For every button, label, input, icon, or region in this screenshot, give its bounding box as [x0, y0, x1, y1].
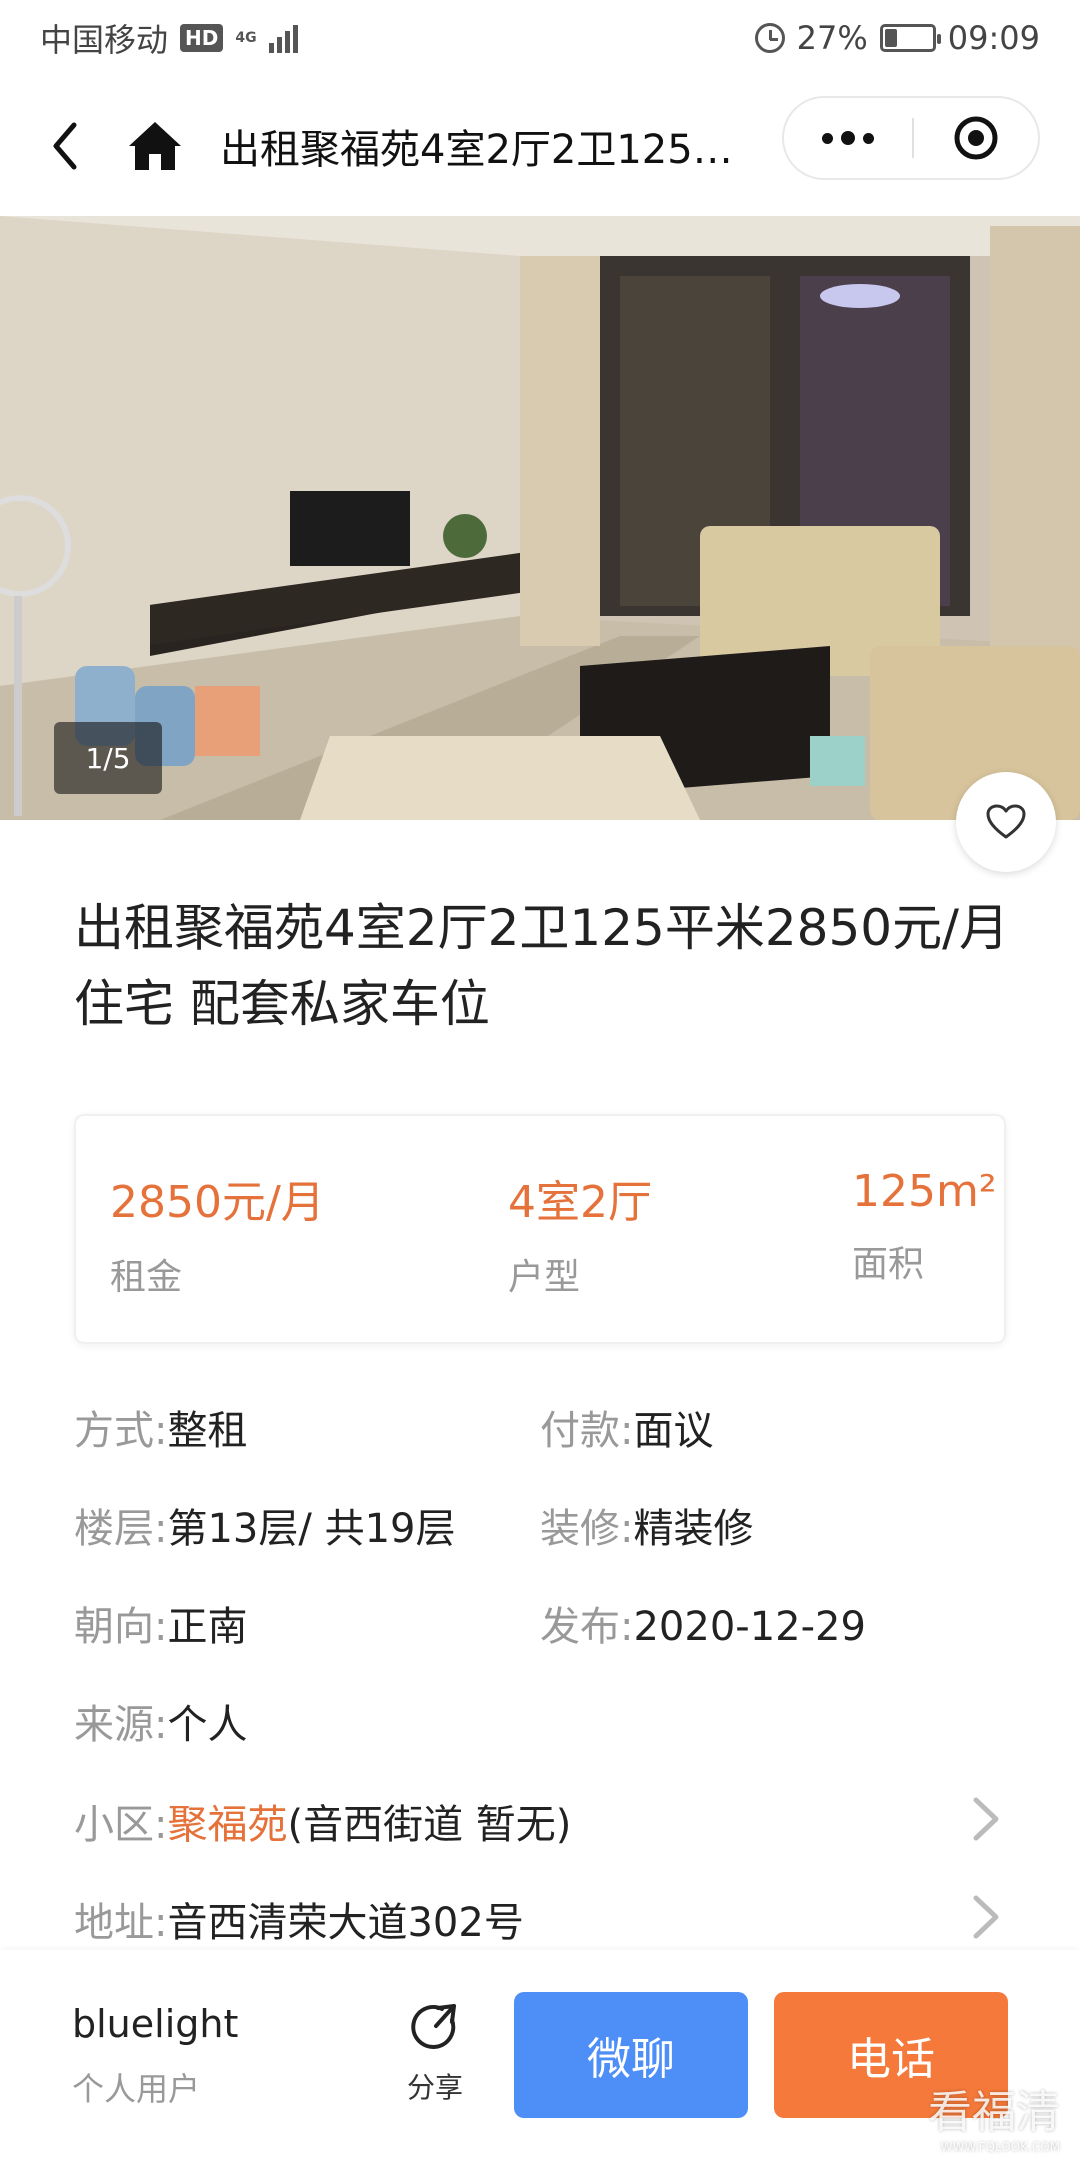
- nav-bar: 出租聚福苑4室2厅2卫125…: [0, 76, 1080, 216]
- back-icon: [53, 122, 77, 170]
- payment-label: 付款:: [540, 1408, 634, 1454]
- detail-orientation: 朝向:正南: [74, 1594, 247, 1652]
- detail-payment: 付款:面议: [540, 1398, 713, 1456]
- photo-counter: 1/5: [54, 722, 162, 794]
- status-bar: 中国移动 HD 4G 27% 09:09: [0, 0, 1080, 76]
- share-label: 分享: [406, 2071, 463, 2104]
- source-label: 来源:: [74, 1702, 168, 1748]
- decoration-value: 精装修: [633, 1506, 754, 1552]
- layout-label: 户型: [508, 1257, 581, 1298]
- floor-value: 第13层/ 共19层: [167, 1506, 456, 1552]
- detail-address-row[interactable]: 地址:音西清荣大道302号: [74, 1890, 524, 1948]
- home-button[interactable]: [120, 116, 190, 176]
- detail-community-row[interactable]: 小区:聚福苑(音西街道 暂无): [74, 1792, 571, 1850]
- chevron-right-icon[interactable]: [966, 1892, 1006, 1942]
- mini-program-capsule: [782, 96, 1040, 180]
- detail-floor: 楼层:第13层/ 共19层: [74, 1496, 455, 1554]
- area-label: 面积: [852, 1244, 925, 1285]
- rent-value: 2850元/月: [110, 1177, 325, 1228]
- battery-percent: 27%: [796, 19, 868, 57]
- watermark-url: WWW.FQLOOK.COM: [940, 2140, 1060, 2154]
- orientation-value: 正南: [167, 1604, 248, 1650]
- close-button[interactable]: [914, 98, 1038, 178]
- share-icon: [411, 2004, 456, 2049]
- summary-area: 125m² 面积: [852, 1166, 996, 1287]
- area-value: 125m²: [852, 1166, 997, 1217]
- layout-value: 4室2厅: [508, 1177, 652, 1228]
- listing-title: 出租聚福苑4室2厅2卫125平米2850元/月 住宅 配套私家车位: [74, 890, 1014, 1042]
- summary-rent: 2850元/月 租金: [110, 1166, 325, 1300]
- source-value: 个人: [167, 1702, 248, 1748]
- watermark-text: 看福清: [928, 2087, 1060, 2138]
- battery-icon: [879, 24, 941, 52]
- payment-value: 面议: [633, 1408, 714, 1454]
- decoration-label: 装修:: [540, 1506, 634, 1552]
- detail-mode: 方式:整租: [74, 1398, 247, 1456]
- carrier-name: 中国移动: [40, 21, 169, 59]
- close-target-icon: [954, 116, 998, 160]
- poster-type: 个人用户: [72, 2070, 201, 2108]
- summary-layout: 4室2厅 户型: [508, 1166, 652, 1300]
- listing-photo[interactable]: [0, 216, 1080, 820]
- community-label: 小区:: [74, 1802, 168, 1848]
- signal-icon: [268, 23, 298, 53]
- chat-button[interactable]: 微聊: [514, 1992, 748, 2118]
- rent-label: 租金: [110, 1257, 183, 1298]
- address-value: 音西清荣大道302号: [167, 1900, 524, 1946]
- network-type: 4G: [235, 30, 257, 46]
- community-value: 聚福苑: [167, 1802, 288, 1848]
- community-extra: (音西街道 暂无): [287, 1802, 572, 1848]
- heart-icon: [986, 804, 1026, 839]
- mode-label: 方式:: [74, 1408, 168, 1454]
- address-label: 地址:: [74, 1900, 168, 1946]
- favorite-button[interactable]: [956, 772, 1056, 872]
- detail-source: 来源:个人: [74, 1692, 247, 1750]
- share-button[interactable]: 分享: [400, 2000, 470, 2106]
- floor-label: 楼层:: [74, 1506, 168, 1552]
- watermark-logo: 看福清 WWW.FQLOOK.COM: [928, 2076, 1060, 2154]
- back-button[interactable]: [40, 116, 90, 176]
- hd-badge: HD: [180, 24, 224, 52]
- detail-decoration: 装修:精装修: [540, 1496, 753, 1554]
- detail-published: 发布:2020-12-29: [540, 1594, 866, 1652]
- summary-card: 2850元/月 租金 4室2厅 户型 125m² 面积: [74, 1114, 1006, 1344]
- page-title: 出租聚福苑4室2厅2卫125…: [220, 127, 733, 173]
- published-label: 发布:: [540, 1604, 634, 1650]
- listing-title-line1: 出租聚福苑4室2厅2卫125平米2850元/月: [74, 899, 1009, 957]
- chevron-right-icon[interactable]: [966, 1794, 1006, 1844]
- bottom-action-bar: bluelight 个人用户 分享 微聊 电话 看福清 WWW.FQLOOK.C…: [0, 1950, 1080, 2160]
- published-value: 2020-12-29: [633, 1604, 866, 1650]
- clock-time: 09:09: [947, 19, 1040, 57]
- listing-title-line2: 住宅 配套私家车位: [74, 975, 490, 1033]
- orientation-label: 朝向:: [74, 1604, 168, 1650]
- mode-value: 整租: [167, 1408, 248, 1454]
- home-icon: [129, 122, 181, 170]
- alarm-icon: [754, 23, 785, 53]
- poster-name: bluelight: [72, 2002, 239, 2046]
- more-button[interactable]: [784, 98, 912, 178]
